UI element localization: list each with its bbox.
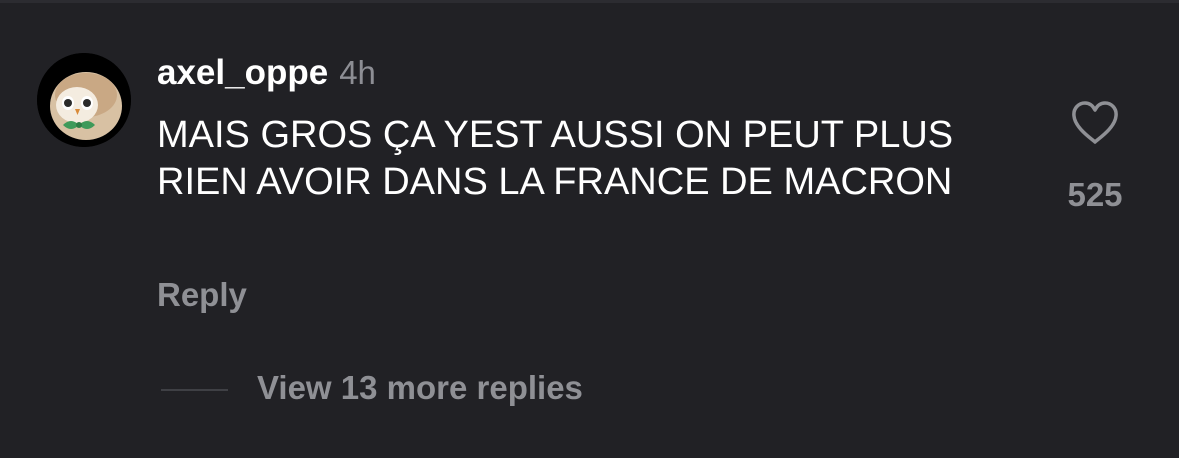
- replies-divider: [161, 389, 228, 391]
- view-more-replies-button[interactable]: View 13 more replies: [257, 369, 583, 407]
- like-count: 525: [1067, 176, 1123, 213]
- avatar[interactable]: [37, 53, 131, 147]
- like-button[interactable]: [1070, 100, 1120, 146]
- timestamp: 4h: [339, 54, 376, 91]
- rowlet-owl-avatar-icon: [37, 53, 131, 147]
- heart-outline-icon: [1072, 101, 1118, 144]
- username[interactable]: axel_oppe: [157, 53, 328, 93]
- top-divider: [0, 0, 1179, 3]
- comment-header: axel_oppe 4h: [157, 53, 376, 97]
- comment-text: MAIS GROS ÇA YEST AUSSI ON PEUT PLUS RIE…: [157, 114, 954, 203]
- reply-button[interactable]: Reply: [157, 276, 247, 314]
